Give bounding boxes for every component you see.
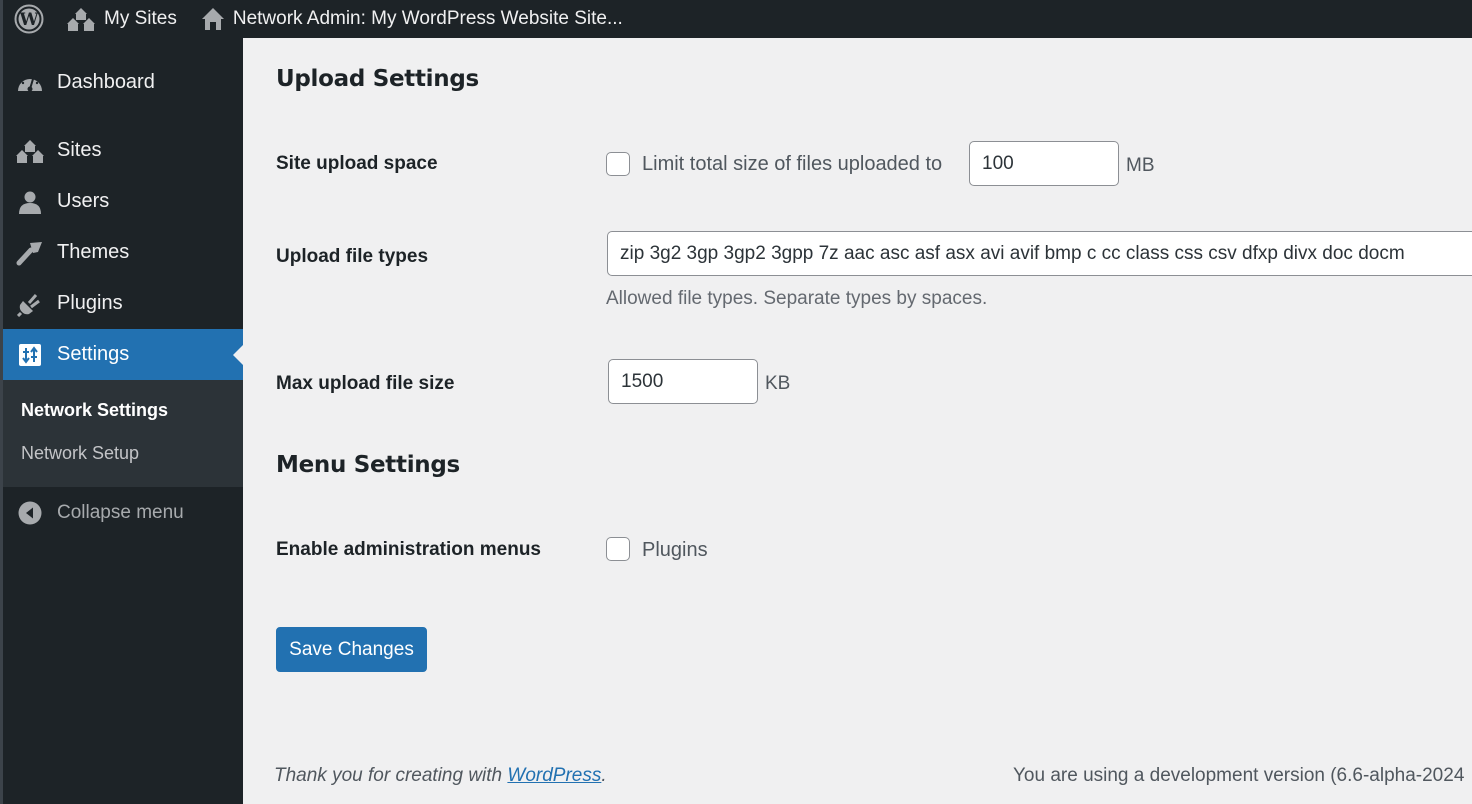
wordpress-link[interactable]: WordPress xyxy=(507,765,601,786)
sites-icon xyxy=(16,139,44,163)
sidebar-item-dashboard[interactable]: Dashboard xyxy=(3,57,243,107)
upload-file-types-label: Upload file types xyxy=(276,246,429,267)
sidebar-item-users[interactable]: Users xyxy=(3,176,243,227)
submenu-network-settings[interactable]: Network Settings xyxy=(3,389,243,432)
sidebar-item-label: Settings xyxy=(57,343,130,365)
submenu-network-setup[interactable]: Network Setup xyxy=(3,432,243,475)
main-content: Upload Settings Site upload space Limit … xyxy=(243,38,1472,804)
upload-space-unit: MB xyxy=(1126,155,1155,176)
limit-upload-space-checkbox-label: Limit total size of files uploaded to xyxy=(642,153,943,175)
sidebar-item-label: Themes xyxy=(57,241,130,263)
plugins-menu-checkbox-label: Plugins xyxy=(642,539,708,561)
plugins-icon xyxy=(17,293,40,317)
site-upload-space-label: Site upload space xyxy=(276,153,438,174)
sidebar-item-sites[interactable]: Sites xyxy=(3,125,243,176)
network-admin-label: Network Admin: My WordPress Website Site… xyxy=(232,8,623,29)
menu-settings-heading: Menu Settings xyxy=(276,452,460,478)
max-upload-file-size-label: Max upload file size xyxy=(276,373,455,394)
sidebar-item-label: Users xyxy=(57,190,110,212)
sidebar-item-themes[interactable]: Themes xyxy=(3,227,243,278)
users-icon xyxy=(19,191,41,214)
collapse-menu-button[interactable]: Collapse menu xyxy=(3,487,243,539)
settings-submenu: Network Settings Network Setup xyxy=(3,380,243,487)
sidebar-item-plugins[interactable]: Plugins xyxy=(3,278,243,329)
settings-icon xyxy=(19,343,41,366)
sidebar-item-label: Dashboard xyxy=(57,70,155,93)
sites-icon xyxy=(67,8,95,31)
sidebar-item-settings[interactable]: Settings xyxy=(3,329,243,380)
home-icon xyxy=(201,8,224,30)
collapse-arrow-icon xyxy=(18,501,42,525)
max-upload-file-size-value: 1500 xyxy=(621,370,664,392)
upload-space-value: 100 xyxy=(982,152,1014,174)
footer-version: You are using a development version (6.6… xyxy=(1013,765,1465,786)
wordpress-logo-button[interactable]: W xyxy=(2,0,56,38)
sidebar-item-label: Plugins xyxy=(57,292,123,314)
collapse-menu-label: Collapse menu xyxy=(57,502,184,523)
upload-file-types-input[interactable]: zip 3g2 3gp 3gp2 3gpp 7z aac asc asf asx… xyxy=(607,231,1472,276)
save-changes-button[interactable]: Save Changes xyxy=(276,627,427,672)
upload-space-input[interactable]: 100 xyxy=(969,141,1119,186)
admin-bar: W My Sites Network Admin: My WordPress W… xyxy=(0,0,1472,804)
svg-text:W: W xyxy=(18,10,39,30)
wordpress-logo-icon: W xyxy=(14,4,44,34)
upload-file-types-description: Allowed file types. Separate types by sp… xyxy=(606,288,988,309)
dashboard-icon xyxy=(18,74,42,92)
footer-period: . xyxy=(601,765,607,786)
max-upload-file-size-input[interactable]: 1500 xyxy=(608,359,758,404)
sidebar-item-label: Sites xyxy=(57,139,102,161)
max-upload-file-size-unit: KB xyxy=(765,373,791,394)
limit-upload-space-checkbox[interactable] xyxy=(606,152,630,176)
footer-thank-you-text: Thank you for creating with xyxy=(274,765,508,786)
network-admin-menu[interactable]: Network Admin: My WordPress Website Site… xyxy=(191,0,633,38)
enable-admin-menus-label: Enable administration menus xyxy=(276,539,541,560)
upload-settings-heading: Upload Settings xyxy=(276,66,479,92)
footer-thank-you: Thank you for creating with WordPress. xyxy=(274,765,607,787)
upload-file-types-value: zip 3g2 3gp 3gp2 3gpp 7z aac asc asf asx… xyxy=(620,242,1405,264)
plugins-menu-checkbox[interactable] xyxy=(606,537,630,561)
my-sites-menu[interactable]: My Sites xyxy=(56,0,191,38)
my-sites-label: My Sites xyxy=(104,8,177,29)
admin-sidebar: Dashboard Sites Users Themes Plugins Set… xyxy=(3,38,243,804)
themes-icon xyxy=(16,241,42,265)
